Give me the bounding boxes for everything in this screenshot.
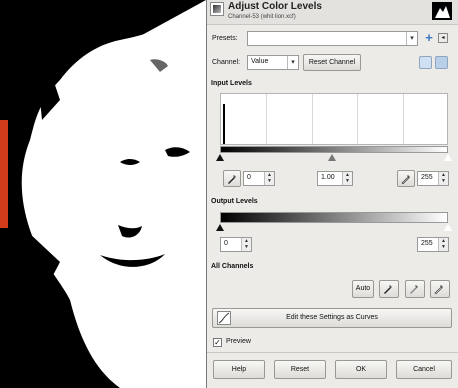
auto-gray-picker-button[interactable] (405, 280, 425, 298)
eyedropper-icon (410, 285, 418, 294)
reset-button[interactable]: Reset (274, 360, 326, 379)
linear-histogram-icon[interactable] (419, 56, 432, 69)
dialog-title: Adjust Color Levels (228, 1, 322, 12)
drawable-thumbnail (432, 2, 452, 20)
black-picker-button[interactable] (223, 170, 241, 187)
levels-dialog: Adjust Color Levels Channel-53 (whit lio… (206, 0, 458, 388)
input-low-value: 0 (247, 174, 251, 181)
plus-icon[interactable]: + (423, 31, 435, 45)
spin-arrows-icon[interactable]: ▲ ▼ (241, 238, 251, 251)
output-low-spinner[interactable]: 0 ▲ ▼ (220, 237, 252, 252)
auto-button[interactable]: Auto (352, 280, 374, 298)
white-lion-image (0, 0, 206, 388)
edit-as-curves-button[interactable]: Edit these Settings as Curves (212, 308, 452, 328)
eyedropper-icon (228, 175, 236, 184)
all-channels-title: All Channels (211, 263, 254, 270)
white-point-handle[interactable] (444, 154, 452, 161)
output-high-spinner[interactable]: 255 ▲ ▼ (417, 237, 449, 252)
spin-arrows-icon[interactable]: ▲ ▼ (342, 172, 352, 185)
spin-arrows-icon[interactable]: ▲ ▼ (264, 172, 274, 185)
channel-value: Value (251, 58, 269, 65)
preview-label: Preview (226, 338, 251, 345)
output-high-value: 255 (421, 240, 433, 247)
histogram-view (220, 93, 448, 145)
ok-button[interactable]: OK (335, 360, 387, 379)
auto-white-picker-button[interactable] (430, 280, 450, 298)
input-high-spinner[interactable]: 255 ▲ ▼ (417, 171, 449, 186)
output-high-handle[interactable] (444, 224, 452, 231)
output-low-value: 0 (224, 240, 228, 247)
output-low-handle[interactable] (216, 224, 224, 231)
cancel-button[interactable]: Cancel (396, 360, 452, 379)
preview-checkbox[interactable]: ✓ (213, 338, 222, 347)
eyedropper-icon (401, 175, 410, 185)
chevron-down-icon: ▾ (406, 32, 417, 45)
spin-arrows-icon[interactable]: ▲ ▼ (438, 238, 448, 251)
auto-black-picker-button[interactable] (379, 280, 399, 298)
input-high-value: 255 (421, 174, 433, 181)
help-button[interactable]: Help (213, 360, 265, 379)
levels-icon (210, 2, 224, 16)
input-gamma-spinner[interactable]: 1.00 ▲ ▼ (317, 171, 353, 186)
presets-combo[interactable]: ▾ (247, 31, 418, 46)
presets-label: Presets: (212, 35, 238, 42)
input-gradient-bar (220, 146, 448, 153)
input-low-spinner[interactable]: 0 ▲ ▼ (243, 171, 275, 186)
spin-arrows-icon[interactable]: ▲ ▼ (438, 172, 448, 185)
input-levels-title: Input Levels (211, 80, 252, 87)
channel-label: Channel: (212, 59, 241, 66)
edit-as-curves-label: Edit these Settings as Curves (286, 314, 378, 321)
output-levels-title: Output Levels (211, 198, 258, 205)
menu-icon[interactable]: ◂ (438, 33, 448, 43)
image-canvas[interactable] (0, 0, 206, 388)
log-histogram-icon[interactable] (435, 56, 448, 69)
black-point-handle[interactable] (216, 154, 224, 161)
histogram-spike (223, 104, 225, 144)
dialog-header: Adjust Color Levels Channel-53 (whit lio… (207, 0, 458, 25)
channel-combo[interactable]: Value ▾ (247, 55, 299, 70)
output-gradient-bar (220, 212, 448, 223)
eyedropper-icon (434, 285, 443, 295)
white-picker-button[interactable] (397, 170, 415, 187)
eyedropper-icon (384, 285, 392, 294)
separator (207, 352, 458, 353)
chevron-down-icon: ▾ (287, 56, 298, 69)
gamma-handle[interactable] (328, 154, 336, 161)
input-gamma-value: 1.00 (321, 174, 335, 181)
reset-channel-button[interactable]: Reset Channel (303, 54, 361, 71)
curves-icon (217, 311, 231, 325)
dialog-subtitle: Channel-53 (whit lion.xcf) (228, 14, 296, 20)
